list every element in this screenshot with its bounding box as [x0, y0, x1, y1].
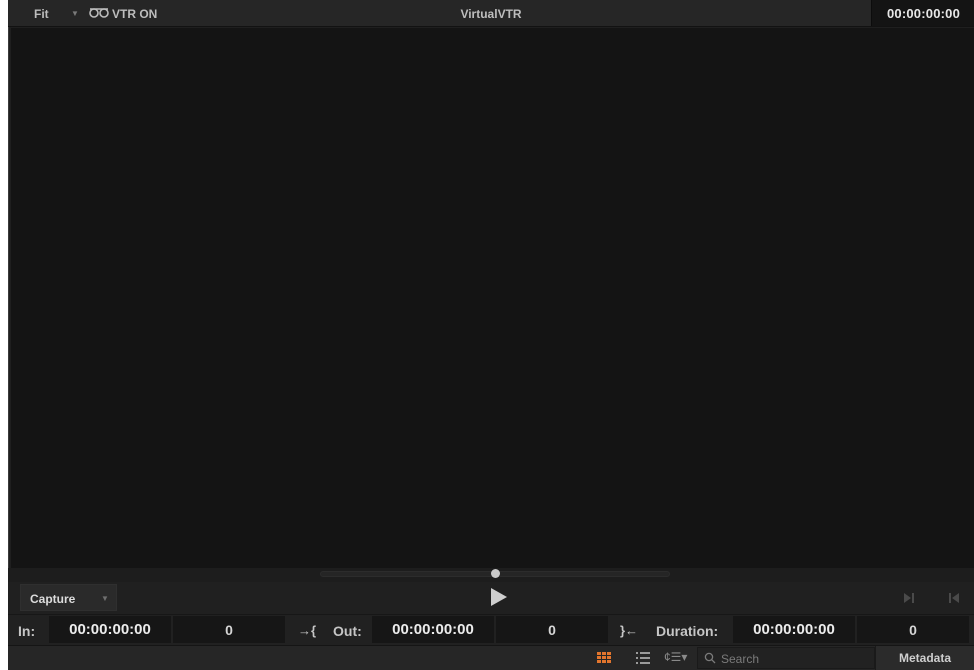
duration-label: Duration: — [656, 623, 719, 639]
search-input[interactable] — [721, 650, 871, 667]
metadata-button[interactable]: Metadata — [875, 646, 974, 670]
duration-timecode-value: 00:00:00:00 — [753, 621, 835, 638]
capture-panel: Fit ▼ VTR ON VirtualVTR 00:00:00:00 Capt… — [8, 0, 974, 670]
duration-frames-field[interactable]: 0 — [857, 616, 969, 643]
header-timecode: 00:00:00:00 — [871, 0, 974, 26]
header-timecode-value: 00:00:00:00 — [886, 6, 961, 21]
list-view-icon[interactable] — [636, 652, 650, 664]
out-timecode-field[interactable]: 00:00:00:00 — [372, 616, 494, 643]
out-frames-field[interactable]: 0 — [496, 616, 608, 643]
next-frame-icon[interactable] — [902, 592, 916, 604]
duration-timecode-field[interactable]: 00:00:00:00 — [733, 616, 855, 643]
search-field[interactable] — [697, 647, 875, 669]
prev-frame-icon[interactable] — [947, 592, 961, 604]
viewer-header: Fit ▼ VTR ON VirtualVTR 00:00:00:00 — [8, 0, 974, 27]
playhead-handle[interactable] — [491, 569, 500, 578]
metadata-label: Metadata — [898, 651, 951, 665]
in-timecode-field[interactable]: 00:00:00:00 — [49, 616, 171, 643]
play-icon[interactable] — [490, 588, 508, 606]
mark-in-icon[interactable]: →{ — [298, 623, 316, 638]
grid-view-icon[interactable] — [597, 652, 611, 663]
out-label: Out: — [333, 623, 362, 639]
in-frames-value: 0 — [225, 622, 233, 638]
in-label: In: — [18, 623, 36, 639]
out-timecode-value: 00:00:00:00 — [392, 621, 474, 638]
out-frames-value: 0 — [548, 622, 556, 638]
capture-dropdown[interactable]: Capture ▼ — [20, 584, 117, 611]
capture-label: Capture — [30, 592, 76, 606]
in-timecode-value: 00:00:00:00 — [69, 621, 151, 638]
chevron-down-icon: ▼ — [101, 594, 109, 603]
page-title: VirtualVTR — [460, 7, 522, 21]
mark-out-icon[interactable]: }← — [620, 623, 638, 638]
in-frames-field[interactable]: 0 — [173, 616, 285, 643]
sort-icon[interactable]: ¢☰▾ — [664, 650, 687, 664]
search-icon — [704, 652, 716, 664]
duration-frames-value: 0 — [909, 622, 917, 638]
video-viewer — [11, 28, 974, 568]
